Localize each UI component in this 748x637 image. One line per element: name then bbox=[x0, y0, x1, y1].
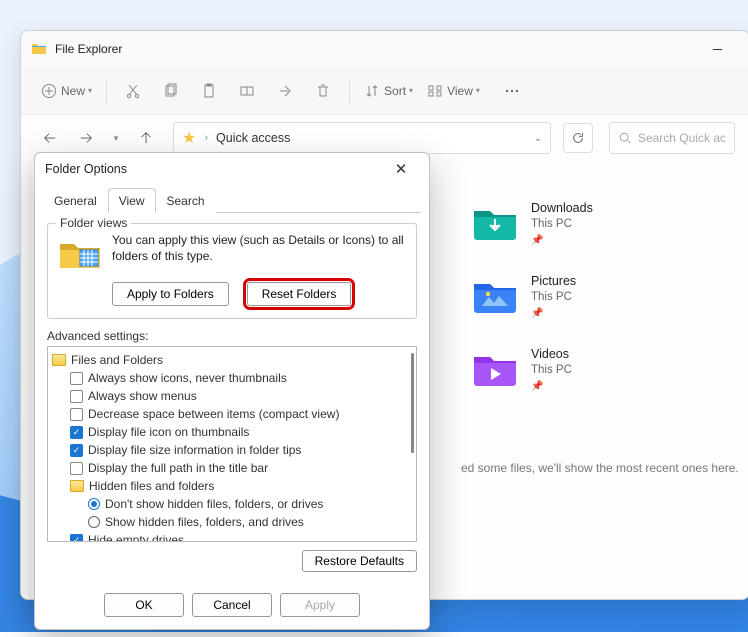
close-button[interactable]: ✕ bbox=[383, 156, 419, 182]
folder-item-videos[interactable]: Videos This PC 📌 bbox=[471, 347, 729, 392]
reset-folders-button[interactable]: Reset Folders bbox=[247, 282, 352, 306]
pin-icon: 📌 bbox=[531, 308, 576, 319]
minimize-button[interactable] bbox=[695, 31, 739, 67]
more-button[interactable] bbox=[494, 75, 530, 107]
folder-location: This PC bbox=[531, 291, 576, 303]
setting-checkbox[interactable]: Display file icon on thumbnails bbox=[50, 423, 414, 441]
folder-name: Downloads bbox=[531, 201, 593, 215]
pictures-icon bbox=[471, 274, 519, 314]
titlebar[interactable]: File Explorer bbox=[21, 31, 748, 67]
folder-location: This PC bbox=[531, 218, 593, 230]
back-button[interactable] bbox=[35, 123, 65, 153]
tab-view[interactable]: View bbox=[108, 188, 156, 213]
search-input[interactable]: Search Quick ac bbox=[609, 122, 735, 154]
dialog-title: Folder Options bbox=[45, 162, 383, 176]
sort-button-label: Sort bbox=[384, 84, 406, 98]
folder-icon bbox=[31, 41, 47, 57]
ok-button[interactable]: OK bbox=[104, 593, 184, 617]
checkbox-icon bbox=[70, 372, 83, 385]
checkbox-icon bbox=[70, 534, 83, 543]
folder-options-dialog: Folder Options ✕ General View Search Fol… bbox=[34, 152, 430, 630]
folder-views-legend: Folder views bbox=[56, 216, 131, 230]
tab-search[interactable]: Search bbox=[156, 188, 216, 213]
apply-button[interactable]: Apply bbox=[280, 593, 360, 617]
cancel-button[interactable]: Cancel bbox=[192, 593, 272, 617]
setting-radio[interactable]: Show hidden files, folders, and drives bbox=[50, 513, 414, 531]
chevron-right-icon: › bbox=[204, 132, 208, 144]
address-bar[interactable]: ★ › Quick access ⌄ bbox=[173, 122, 551, 154]
folder-view-icon bbox=[58, 236, 102, 272]
setting-checkbox[interactable]: Hide empty drives bbox=[50, 531, 414, 542]
folder-name: Videos bbox=[531, 347, 572, 361]
advanced-settings-list[interactable]: Files and Folders Always show icons, nev… bbox=[47, 346, 417, 542]
view-button[interactable]: View bbox=[421, 75, 486, 107]
new-button[interactable]: New bbox=[35, 75, 98, 107]
setting-checkbox[interactable]: Always show icons, never thumbnails bbox=[50, 369, 414, 387]
new-button-label: New bbox=[61, 84, 85, 98]
folder-views-group: Folder views You can apply this view (su… bbox=[47, 223, 417, 319]
folder-views-description: You can apply this view (such as Details… bbox=[112, 232, 406, 264]
checkbox-icon bbox=[70, 444, 83, 457]
tabs: General View Search bbox=[43, 187, 421, 213]
separator bbox=[349, 79, 350, 103]
view-button-label: View bbox=[447, 84, 473, 98]
setting-checkbox[interactable]: Display the full path in the title bar bbox=[50, 459, 414, 477]
command-bar: New Sort View bbox=[21, 67, 748, 115]
folder-item-downloads[interactable]: Downloads This PC 📌 bbox=[471, 201, 729, 246]
apply-to-folders-button[interactable]: Apply to Folders bbox=[112, 282, 229, 306]
sidebar[interactable] bbox=[21, 161, 31, 599]
rename-button[interactable] bbox=[229, 75, 265, 107]
advanced-settings-label: Advanced settings: bbox=[47, 329, 417, 343]
setting-checkbox[interactable]: Display file size information in folder … bbox=[50, 441, 414, 459]
sort-button[interactable]: Sort bbox=[358, 75, 419, 107]
recent-dropdown[interactable]: ▾ bbox=[107, 123, 125, 153]
restore-defaults-button[interactable]: Restore Defaults bbox=[302, 550, 417, 572]
downloads-icon bbox=[471, 201, 519, 241]
checkbox-icon bbox=[70, 390, 83, 403]
share-button[interactable] bbox=[267, 75, 303, 107]
tree-folder[interactable]: Hidden files and folders bbox=[50, 477, 414, 495]
radio-icon bbox=[88, 516, 100, 528]
address-dropdown[interactable]: ⌄ bbox=[534, 133, 542, 144]
folder-icon bbox=[70, 480, 84, 492]
radio-icon bbox=[88, 498, 100, 510]
setting-radio[interactable]: Don't show hidden files, folders, or dri… bbox=[50, 495, 414, 513]
breadcrumb-item[interactable]: Quick access bbox=[216, 131, 290, 145]
folder-location: This PC bbox=[531, 364, 572, 376]
tab-general[interactable]: General bbox=[43, 188, 108, 213]
videos-icon bbox=[471, 347, 519, 387]
scrollbar[interactable] bbox=[411, 353, 414, 453]
tree-folder[interactable]: Files and Folders bbox=[50, 351, 414, 369]
pin-icon: 📌 bbox=[531, 235, 593, 246]
window-title: File Explorer bbox=[55, 42, 695, 56]
delete-button[interactable] bbox=[305, 75, 341, 107]
search-placeholder: Search Quick ac bbox=[638, 131, 726, 145]
search-icon bbox=[618, 131, 632, 145]
recent-hint: ed some files, we'll show the most recen… bbox=[461, 461, 739, 475]
pin-icon: 📌 bbox=[531, 381, 572, 392]
up-button[interactable] bbox=[131, 123, 161, 153]
setting-checkbox[interactable]: Decrease space between items (compact vi… bbox=[50, 405, 414, 423]
checkbox-icon bbox=[70, 408, 83, 421]
copy-button[interactable] bbox=[153, 75, 189, 107]
folder-name: Pictures bbox=[531, 274, 576, 288]
refresh-button[interactable] bbox=[563, 123, 593, 153]
forward-button[interactable] bbox=[71, 123, 101, 153]
checkbox-icon bbox=[70, 426, 83, 439]
folder-item-pictures[interactable]: Pictures This PC 📌 bbox=[471, 274, 729, 319]
dialog-footer: OK Cancel Apply bbox=[35, 582, 429, 629]
paste-button[interactable] bbox=[191, 75, 227, 107]
dialog-titlebar[interactable]: Folder Options ✕ bbox=[35, 153, 429, 185]
separator bbox=[106, 79, 107, 103]
star-icon: ★ bbox=[182, 128, 196, 148]
folder-icon bbox=[52, 354, 66, 366]
cut-button[interactable] bbox=[115, 75, 151, 107]
checkbox-icon bbox=[70, 462, 83, 475]
setting-checkbox[interactable]: Always show menus bbox=[50, 387, 414, 405]
